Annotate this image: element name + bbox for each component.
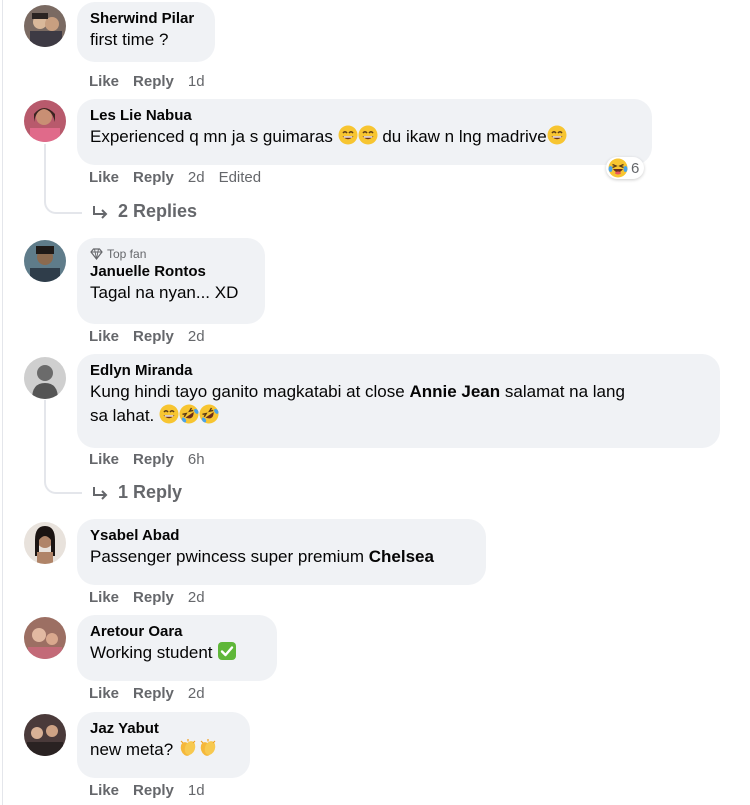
comment-actions: Like Reply 1d: [89, 71, 205, 91]
comment-text-part: Kung hindi tayo ganito magkatabi at clos…: [90, 382, 405, 401]
check-mark-button-emoji-icon: [217, 641, 237, 661]
clapping-hands-emoji-icon: [178, 738, 198, 758]
reply-arrow-icon: [93, 205, 108, 219]
comment-actions: Like Reply 1d: [89, 780, 205, 800]
comment-text-part: du ikaw n lng madrive: [382, 127, 547, 146]
edited-label[interactable]: Edited: [219, 169, 262, 186]
timestamp[interactable]: 1d: [188, 73, 205, 90]
timestamp[interactable]: 2d: [188, 589, 205, 606]
reply-button[interactable]: Reply: [133, 73, 174, 90]
like-button[interactable]: Like: [89, 451, 119, 468]
comment-actions: Like Reply 2d: [89, 326, 205, 346]
comment-text: sa lahat.: [90, 404, 707, 428]
left-border: [2, 0, 3, 805]
avatar[interactable]: [24, 100, 66, 142]
top-fan-badge[interactable]: Top fan: [90, 246, 252, 262]
comment-text: Passenger pwincess super premium Chelsea: [90, 545, 473, 569]
like-button[interactable]: Like: [89, 782, 119, 799]
top-fan-diamond-icon: [90, 248, 103, 260]
replies-count[interactable]: 2 Replies: [118, 201, 197, 222]
comment-actions: Like Reply 2d: [89, 587, 205, 607]
thread-connector: [44, 400, 82, 494]
comment-text: Working student: [90, 641, 264, 665]
avatar[interactable]: [24, 714, 66, 756]
comment-bubble: Jaz Yabut new meta?: [77, 712, 250, 778]
timestamp[interactable]: 2d: [188, 328, 205, 345]
reply-button[interactable]: Reply: [133, 169, 174, 186]
like-button[interactable]: Like: [89, 169, 119, 186]
replies-count[interactable]: 1 Reply: [118, 482, 182, 503]
comment-text: new meta?: [90, 738, 237, 762]
reply-button[interactable]: Reply: [133, 451, 174, 468]
comment-author[interactable]: Les Lie Nabua: [90, 107, 639, 125]
user-mention[interactable]: Annie Jean: [409, 382, 500, 401]
rolling-laughing-emoji-icon: [199, 404, 219, 424]
thread-connector: [44, 144, 82, 214]
reaction-count: 6: [631, 159, 640, 177]
comment-author[interactable]: Januelle Rontos: [90, 263, 252, 281]
rolling-laughing-emoji-icon: [179, 404, 199, 424]
laughing-tears-emoji-icon: [608, 158, 628, 178]
like-button[interactable]: Like: [89, 73, 119, 90]
grinning-squinting-emoji-icon: [159, 404, 179, 424]
timestamp[interactable]: 1d: [188, 782, 205, 799]
like-button[interactable]: Like: [89, 328, 119, 345]
avatar[interactable]: [24, 357, 66, 399]
avatar[interactable]: [24, 522, 66, 564]
comment-bubble: Ysabel Abad Passenger pwincess super pre…: [77, 519, 486, 585]
comment-actions: Like Reply 6h: [89, 449, 205, 469]
comment-author[interactable]: Jaz Yabut: [90, 720, 237, 738]
top-fan-label: Top fan: [107, 247, 147, 261]
view-replies-link[interactable]: 2 Replies: [92, 201, 197, 222]
comment-author[interactable]: Edlyn Miranda: [90, 362, 707, 380]
comment-bubble: Top fan Januelle Rontos Tagal na nyan...…: [77, 238, 265, 324]
avatar[interactable]: [24, 5, 66, 47]
reply-button[interactable]: Reply: [133, 589, 174, 606]
comment-author[interactable]: Ysabel Abad: [90, 527, 473, 545]
reply-button[interactable]: Reply: [133, 328, 174, 345]
comment-bubble: Aretour Oara Working student: [77, 615, 277, 681]
timestamp[interactable]: 2d: [188, 169, 205, 186]
grinning-squinting-emoji-icon: [358, 125, 378, 145]
comment-text: Tagal na nyan... XD: [90, 283, 239, 302]
comment-bubble: Sherwind Pilar first time ?: [77, 2, 215, 62]
comment-author[interactable]: Sherwind Pilar: [90, 10, 202, 28]
comment-actions: Like Reply 2d Edited: [89, 167, 261, 187]
grinning-squinting-emoji-icon: [338, 125, 358, 145]
comment-actions: Like Reply 2d: [89, 683, 205, 703]
timestamp[interactable]: 2d: [188, 685, 205, 702]
like-button[interactable]: Like: [89, 685, 119, 702]
user-mention[interactable]: Chelsea: [369, 547, 434, 566]
comment-text: Kung hindi tayo ganito magkatabi at clos…: [90, 380, 707, 404]
comment-author[interactable]: Aretour Oara: [90, 623, 264, 641]
timestamp[interactable]: 6h: [188, 451, 205, 468]
grinning-squinting-emoji-icon: [547, 125, 567, 145]
reaction-summary[interactable]: 6: [606, 157, 645, 179]
reply-button[interactable]: Reply: [133, 685, 174, 702]
comment-text-part: sa lahat.: [90, 406, 155, 425]
comment-text-part: Passenger pwincess super premium: [90, 547, 365, 566]
comment-text: first time ?: [90, 30, 169, 49]
comment-text-part: salamat na lang: [504, 382, 625, 401]
reply-arrow-icon: [93, 486, 108, 500]
comment-text-part: Working student: [90, 643, 213, 662]
avatar[interactable]: [24, 617, 66, 659]
clapping-hands-emoji-icon: [198, 738, 218, 758]
comment-bubble: Edlyn Miranda Kung hindi tayo ganito mag…: [77, 354, 720, 448]
comment-text-part: new meta?: [90, 740, 174, 759]
like-button[interactable]: Like: [89, 589, 119, 606]
comment-bubble: Les Lie Nabua Experienced q mn ja s guim…: [77, 99, 652, 165]
comment-text-part: Experienced q mn ja s guimaras: [90, 127, 333, 146]
avatar[interactable]: [24, 240, 66, 282]
view-replies-link[interactable]: 1 Reply: [92, 482, 182, 503]
reply-button[interactable]: Reply: [133, 782, 174, 799]
comment-text: Experienced q mn ja s guimaras du ikaw n…: [90, 125, 639, 149]
